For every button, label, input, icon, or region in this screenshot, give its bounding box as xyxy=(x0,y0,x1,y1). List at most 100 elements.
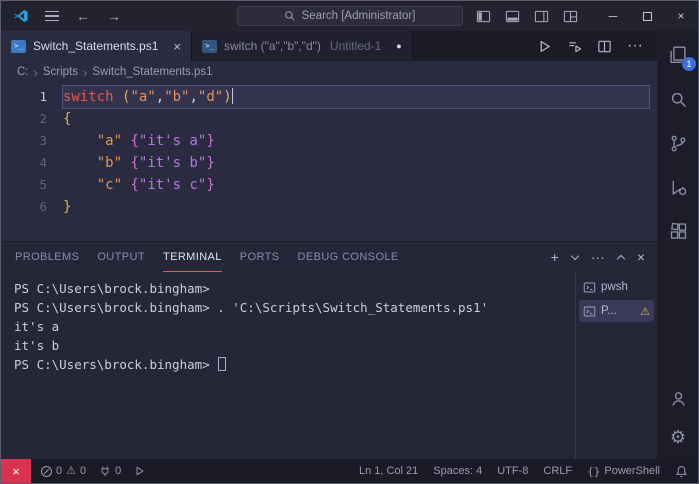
more-actions-icon[interactable]: ··· xyxy=(627,37,643,55)
settings-gear-icon[interactable]: ⚙ xyxy=(666,425,690,449)
run-debug-icon[interactable] xyxy=(666,175,690,199)
explorer-icon[interactable]: 1 xyxy=(666,43,696,71)
ports-plug-icon xyxy=(101,466,109,477)
minimize-button[interactable]: ─ xyxy=(596,1,630,31)
search-sidebar-icon[interactable] xyxy=(666,87,690,111)
forward-icon[interactable]: → xyxy=(104,5,124,27)
search-icon xyxy=(284,11,295,21)
search-text: Search [Administrator] xyxy=(301,10,416,22)
code-line[interactable]: 2{ xyxy=(1,108,657,130)
terminal-list: pwsh P... ⚠ xyxy=(575,272,657,459)
tab-switch-statements[interactable]: >_ Switch_Statements.ps1 × xyxy=(1,31,192,61)
tab-label: Switch_Statements.ps1 xyxy=(33,39,159,53)
breadcrumb-item[interactable]: C: xyxy=(17,66,29,78)
panel-tab-output[interactable]: OUTPUT xyxy=(97,242,145,272)
line-number: 6 xyxy=(39,199,47,214)
code-text: { xyxy=(63,111,72,127)
editor-code[interactable]: 1 switch ("a","b","d") 2{3 "a" {"it's a"} 4… xyxy=(1,83,657,241)
code-text: "a" {"it's a"} xyxy=(96,133,215,149)
code-line[interactable]: 4 "b" {"it's b"} xyxy=(1,152,657,174)
new-terminal-icon[interactable]: + xyxy=(551,249,559,265)
indentation-status[interactable]: Spaces: 4 xyxy=(433,465,482,477)
terminal-line: PS C:\Users\brock.bingham> xyxy=(14,281,210,296)
notifications-bell-icon[interactable] xyxy=(675,465,688,478)
toggle-primary-sidebar-icon[interactable] xyxy=(473,5,493,27)
terminal-cursor xyxy=(218,357,227,371)
terminal-list-label: P... xyxy=(601,305,617,317)
panel-tab-terminal[interactable]: TERMINAL xyxy=(162,242,222,272)
back-icon[interactable]: ← xyxy=(73,5,93,27)
terminal-line: PS C:\Users\brock.bingham> xyxy=(14,355,575,374)
account-icon[interactable] xyxy=(666,386,690,410)
tab-label: switch ("a","b","d") xyxy=(224,39,321,53)
breadcrumb-item[interactable]: Scripts xyxy=(43,66,78,78)
customize-layout-icon[interactable] xyxy=(560,5,580,27)
terminal-icon xyxy=(583,306,596,316)
panel-header: PROBLEMS OUTPUT TERMINAL PORTS DEBUG CONSOLE… xyxy=(1,242,657,272)
terminal-line: it's a xyxy=(14,319,60,334)
close-window-button[interactable]: × xyxy=(664,1,698,31)
menu-icon[interactable] xyxy=(42,5,62,27)
breadcrumb-chevron-icon: › xyxy=(33,64,38,80)
run-script-icon[interactable] xyxy=(537,39,552,54)
launch-status[interactable] xyxy=(134,465,146,477)
terminal-list-item[interactable]: pwsh xyxy=(579,276,654,298)
line-number: 2 xyxy=(39,111,47,126)
line-number: 1 xyxy=(39,89,47,104)
tab-untitled-1[interactable]: >_ switch ("a","b","d") Untitled-1 ● xyxy=(192,31,413,61)
remote-indicator-button[interactable]: × xyxy=(1,459,31,483)
breadcrumb-item[interactable]: Switch_Statements.ps1 xyxy=(92,66,212,78)
language-mode-status[interactable]: {} PowerShell xyxy=(587,465,660,478)
toggle-secondary-sidebar-icon[interactable] xyxy=(531,5,551,27)
terminal-dropdown-icon[interactable] xyxy=(570,251,580,260)
title-bar: ← → Search [Administrator] ─ × xyxy=(1,1,698,31)
extensions-icon[interactable] xyxy=(666,219,690,243)
source-control-icon[interactable] xyxy=(666,131,690,155)
warnings-icon: ⚠ xyxy=(66,464,76,477)
split-editor-icon[interactable] xyxy=(597,39,612,54)
code-line[interactable]: 1 switch ("a","b","d") xyxy=(1,85,657,109)
eol-status[interactable]: CRLF xyxy=(543,465,572,477)
close-tab-icon[interactable]: × xyxy=(173,40,181,53)
powershell-file-icon: >_ xyxy=(11,39,26,53)
warning-icon: ⚠ xyxy=(640,305,650,318)
ports-status[interactable]: 0 xyxy=(99,465,121,477)
terminal-line: PS C:\Users\brock.bingham> . 'C:\Scripts… xyxy=(14,300,489,315)
modified-dot-icon[interactable]: ● xyxy=(396,41,401,51)
launch-icon xyxy=(136,466,144,476)
explorer-badge: 1 xyxy=(682,57,696,71)
ports-count: 0 xyxy=(115,465,122,477)
line-number: 5 xyxy=(39,177,47,192)
code-text: "c" {"it's c"} xyxy=(96,177,215,193)
line-number: 4 xyxy=(39,155,47,170)
command-center-search[interactable]: Search [Administrator] xyxy=(236,6,463,26)
terminal-list-item[interactable]: P... ⚠ xyxy=(579,300,654,322)
panel-more-icon[interactable]: ··· xyxy=(591,249,605,265)
close-panel-icon[interactable]: × xyxy=(637,249,645,265)
problems-status[interactable]: 0 ⚠ 0 xyxy=(41,465,86,477)
code-text: } xyxy=(63,199,72,215)
line-number: 3 xyxy=(39,133,47,148)
code-line[interactable]: 6} xyxy=(1,196,657,218)
code-line[interactable]: 3 "a" {"it's a"} xyxy=(1,130,657,152)
warnings-count: 0 xyxy=(80,465,87,477)
activity-bar: 1 ⚙ xyxy=(658,31,698,459)
run-below-icon[interactable] xyxy=(567,39,582,54)
bottom-panel: PROBLEMS OUTPUT TERMINAL PORTS DEBUG CONSOLE… xyxy=(1,241,657,459)
errors-icon xyxy=(41,465,52,477)
panel-tab-debug-console[interactable]: DEBUG CONSOLE xyxy=(298,242,399,272)
errors-count: 0 xyxy=(56,465,63,477)
encoding-status[interactable]: UTF-8 xyxy=(497,465,528,477)
toggle-panel-icon[interactable] xyxy=(502,5,522,27)
maximize-button[interactable] xyxy=(630,1,664,31)
terminal-output[interactable]: PS C:\Users\brock.bingham> PS C:\Users\br… xyxy=(1,272,575,459)
cursor-position-status[interactable]: Ln 1, Col 21 xyxy=(359,465,418,477)
code-text: "b" {"it's b"} xyxy=(96,155,215,171)
panel-tab-ports[interactable]: PORTS xyxy=(240,242,280,272)
text-cursor xyxy=(231,88,234,104)
breadcrumb-chevron-icon: › xyxy=(83,64,88,80)
maximize-panel-icon[interactable] xyxy=(616,254,626,263)
code-text: switch ("a","b","d") xyxy=(62,85,650,109)
code-line[interactable]: 5 "c" {"it's c"} xyxy=(1,174,657,196)
panel-tab-problems[interactable]: PROBLEMS xyxy=(15,242,79,272)
